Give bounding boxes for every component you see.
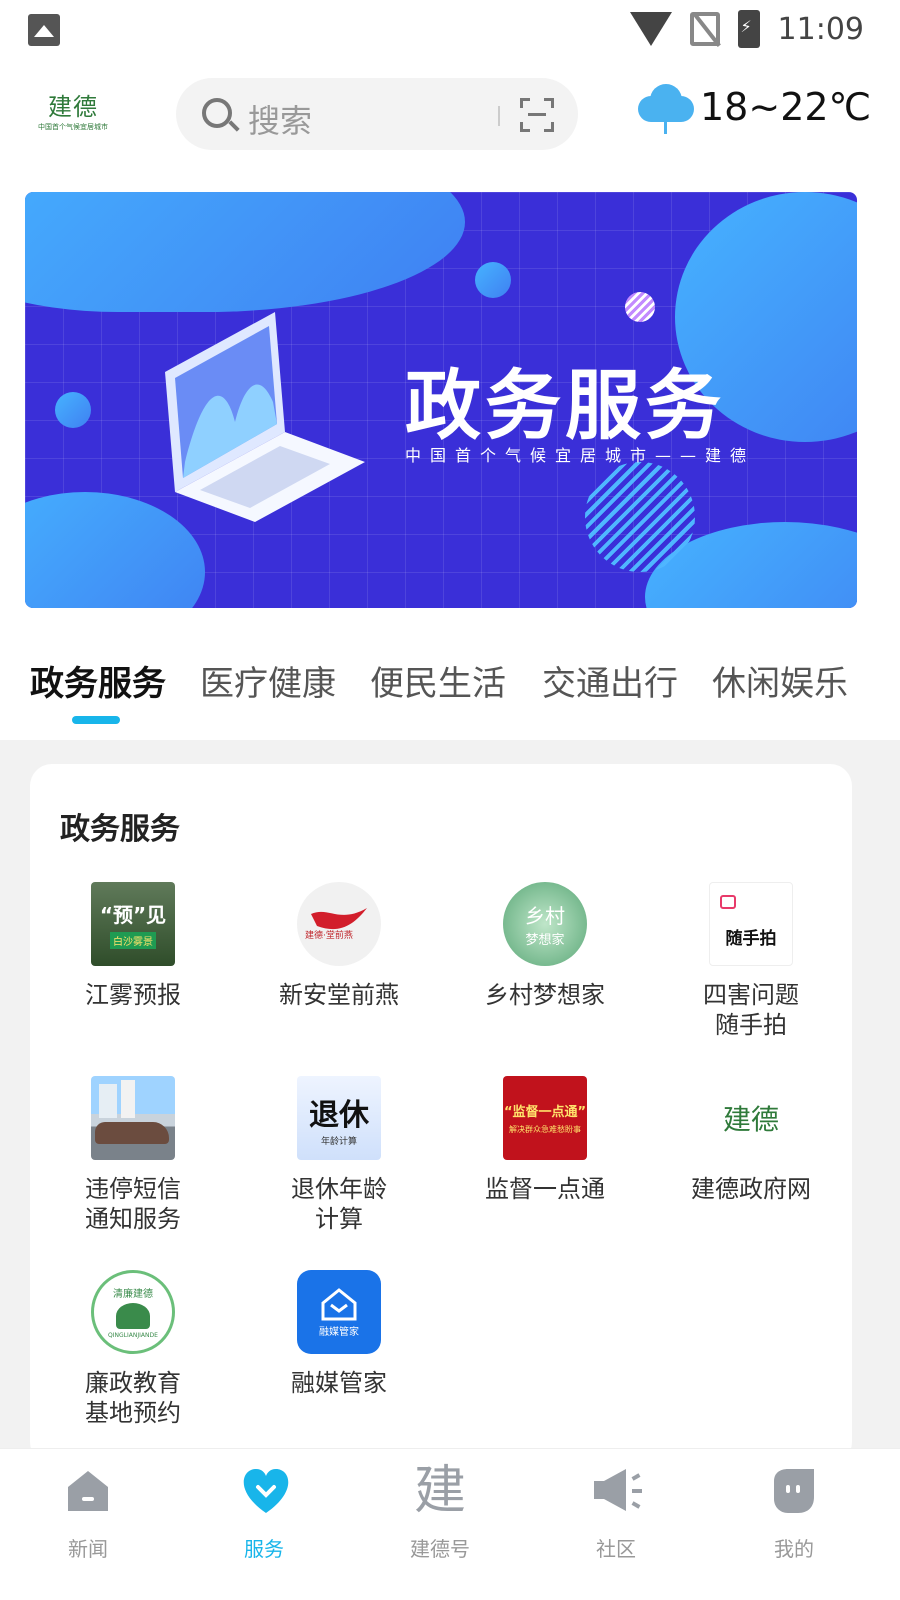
service-retirement-age[interactable]: 退休 年龄计算 退休年龄 计算: [236, 1076, 442, 1234]
nav-label: 社区: [596, 1537, 636, 1561]
service-xinan-swallow[interactable]: 建德·堂前燕 新安堂前燕: [236, 882, 442, 1010]
tab-convenience-life[interactable]: 便民生活: [370, 656, 506, 705]
service-label: 四害问题 随手拍: [703, 981, 799, 1039]
service-label: 乡村梦想家: [485, 981, 605, 1009]
nav-label: 我的: [774, 1537, 814, 1561]
banner-dot: [55, 392, 91, 428]
service-label: 江雾预报: [85, 981, 181, 1009]
camera-photo-icon: 随手拍: [709, 882, 793, 966]
integrity-emblem-icon: 清廉建德 QINGLIANJIANDE: [91, 1270, 175, 1354]
banner-dot: [475, 262, 511, 298]
section-title: 政务服务: [60, 812, 180, 847]
tab-transport[interactable]: 交通出行: [542, 656, 678, 705]
service-label: 新安堂前燕: [279, 981, 399, 1009]
rain-cloud-icon: [636, 82, 696, 134]
banner-striped-circle: [585, 462, 695, 572]
rural-dream-icon: 乡村 梦想家: [503, 882, 587, 966]
camera-icon: [720, 895, 736, 909]
category-tabs: 政务服务 医疗健康 便民生活 交通出行 休闲娱乐: [0, 656, 900, 736]
tab-medical-health[interactable]: 医疗健康: [200, 656, 336, 705]
clock: 11:09: [777, 11, 864, 47]
gallery-notification-icon: [28, 14, 60, 46]
service-label: 退休年龄 计算: [291, 1175, 387, 1233]
battery-charging-icon: [737, 10, 760, 48]
nav-mine[interactable]: 我的: [734, 1467, 854, 1562]
no-sim-icon: [689, 12, 720, 46]
jiande-logo-icon: 建德: [709, 1076, 793, 1160]
search-icon: [202, 98, 232, 128]
bottom-navigation: 新闻 服务 建 建德号 社区 我的: [0, 1448, 900, 1600]
profile-face-icon: [770, 1467, 818, 1515]
active-tab-indicator: [72, 716, 120, 724]
service-label: 融媒管家: [291, 1369, 387, 1397]
service-jiangwu-forecast[interactable]: “预”见 白沙雾景 江雾预报: [30, 882, 236, 1010]
status-icons: 11:09: [629, 10, 864, 48]
banner-title: 政务服务: [405, 361, 725, 450]
fog-forecast-icon: “预”见 白沙雾景: [91, 882, 175, 966]
service-label: 廉政教育 基地预约: [85, 1369, 181, 1427]
service-rural-dreamer[interactable]: 乡村 梦想家 乡村梦想家: [442, 882, 648, 1010]
service-supervision[interactable]: “监督一点通” 解决群众急难愁盼事 监督一点通: [442, 1076, 648, 1204]
nav-news[interactable]: 新闻: [28, 1467, 148, 1562]
nav-label: 服务: [244, 1537, 284, 1561]
tab-leisure[interactable]: 休闲娱乐: [712, 656, 848, 705]
service-integrity-education[interactable]: 清廉建德 QINGLIANJIANDE 廉政教育 基地预约: [30, 1270, 236, 1428]
banner-dot: [625, 292, 655, 322]
service-four-pests-photo[interactable]: 随手拍 四害问题 随手拍: [648, 882, 854, 1040]
search-divider: [498, 106, 500, 126]
logo-text: 建德: [48, 92, 98, 121]
nav-jiande-account[interactable]: 建 建德号: [380, 1461, 500, 1562]
media-butler-icon: 融媒管家: [297, 1270, 381, 1354]
service-media-butler[interactable]: 融媒管家 融媒管家: [236, 1270, 442, 1398]
scan-icon[interactable]: [520, 98, 554, 132]
nav-community[interactable]: 社区: [556, 1467, 676, 1562]
status-bar: 11:09: [0, 0, 900, 62]
search-placeholder: 搜索: [248, 102, 313, 140]
service-label: 建德政府网: [691, 1175, 811, 1203]
banner-subtitle: 中国首个气候宜居城市——建德: [405, 446, 756, 465]
wifi-icon: [629, 12, 672, 46]
retirement-calculator-icon: 退休 年龄计算: [297, 1076, 381, 1160]
tab-government-services[interactable]: 政务服务: [30, 656, 166, 705]
service-label: 违停短信 通知服务: [85, 1175, 181, 1233]
supervision-icon: “监督一点通” 解决群众急难愁盼事: [503, 1076, 587, 1160]
service-label: 监督一点通: [485, 1175, 605, 1203]
service-parking-sms[interactable]: 违停短信 通知服务: [30, 1076, 236, 1234]
nav-label: 建德号: [410, 1537, 470, 1561]
top-bar: 建德 中国首个气候宜居城市 搜索 18~22℃: [0, 72, 900, 158]
promo-banner[interactable]: 政务服务 中国首个气候宜居城市——建德: [25, 192, 857, 608]
app-logo[interactable]: 建德 中国首个气候宜居城市: [38, 84, 108, 134]
laptop-illustration: [165, 312, 365, 522]
heart-icon: [240, 1467, 289, 1515]
parking-car-icon: [91, 1076, 175, 1160]
nav-services[interactable]: 服务: [204, 1467, 324, 1562]
home-news-icon: [64, 1467, 112, 1515]
megaphone-icon: [592, 1467, 642, 1515]
temperature-range: 18~22℃: [700, 85, 872, 129]
nav-label: 新闻: [68, 1537, 108, 1561]
jian-character-icon: 建: [414, 1461, 467, 1521]
swallow-icon: 建德·堂前燕: [297, 882, 381, 966]
service-government-website[interactable]: 建德 建德政府网: [648, 1076, 854, 1204]
services-card: 政务服务 “预”见 白沙雾景 江雾预报 建德·堂前燕 新安堂前燕 乡村 梦想家 …: [30, 764, 852, 1464]
search-bar[interactable]: 搜索: [176, 78, 578, 150]
logo-tagline: 中国首个气候宜居城市: [38, 122, 108, 131]
weather-widget[interactable]: 18~22℃: [636, 82, 872, 134]
